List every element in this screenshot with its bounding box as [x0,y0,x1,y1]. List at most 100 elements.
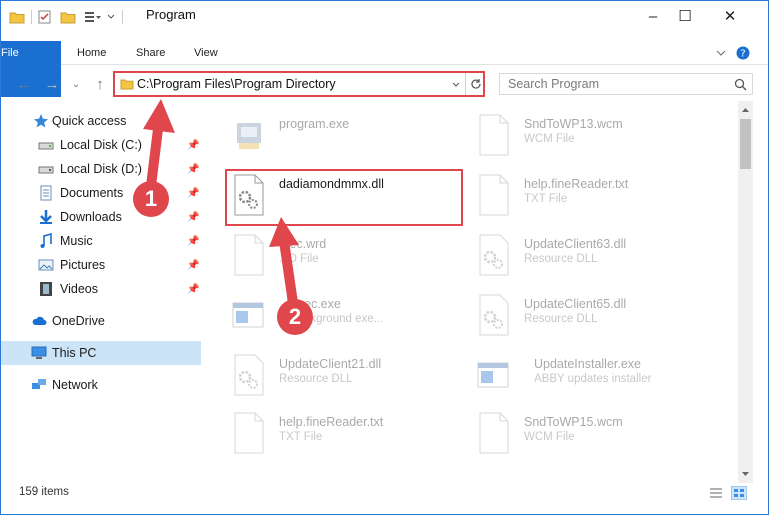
close-button[interactable]: ✕ [707,1,753,31]
navigation-pane: Quick access Local Disk (C:) 📌 Local Dis… [1,107,201,479]
sidebar-item-label: Documents [60,186,124,200]
maximize-button[interactable]: ☐ [662,1,708,31]
pin-icon: 📌 [187,283,200,295]
list-item[interactable]: UpdateInstaller.exe ABBY updates install… [476,353,726,409]
pin-icon: 📌 [187,163,200,175]
tab-home[interactable]: Home [77,41,106,65]
customize-icon[interactable] [84,10,102,24]
sidebar-item-videos[interactable]: Videos 📌 [1,277,201,301]
chevron-down-icon[interactable] [106,12,116,22]
sidebar-item-pictures[interactable]: Pictures 📌 [1,253,201,277]
file-name: SndToWP13.wcm [524,117,623,131]
folder-icon[interactable] [9,10,25,24]
folder-icon [120,79,134,90]
file-type: Resource DLL [524,253,598,265]
new-folder-icon[interactable] [60,10,76,24]
sidebar-item-documents[interactable]: Documents 📌 [1,181,201,205]
doc-icon [479,114,509,156]
list-item[interactable]: SndToWP13.wcm WCM File [476,113,726,169]
doc-icon [234,234,264,276]
file-type: WCM File [524,133,575,145]
dll-icon [234,354,264,396]
drive-icon [38,142,54,150]
doc-icon [479,174,509,216]
chevron-down-icon[interactable] [715,47,727,59]
pin-icon: 📌 [187,259,200,271]
recent-locations-button[interactable]: ⌄ [65,75,87,95]
videos-icon [40,282,52,296]
sidebar-item-music[interactable]: Music 📌 [1,229,201,253]
large-icons-view-icon[interactable] [731,486,747,500]
sidebar-item-this-pc[interactable]: This PC [1,341,201,365]
list-item[interactable]: help.fineReader.txt TXT File [476,173,726,229]
sidebar-item-local-disk-d[interactable]: Local Disk (D:) 📌 [1,157,201,181]
tab-share[interactable]: Share [136,41,165,65]
sidebar-item-quick-access[interactable]: Quick access [1,109,201,133]
pin-icon: 📌 [187,139,200,151]
vertical-scrollbar[interactable] [738,101,753,483]
documents-icon [40,185,52,201]
forward-button[interactable]: → [41,75,63,95]
file-list: program.exe SndToWP13.wcm WCM File dadia… [206,107,736,479]
sidebar-item-label: Pictures [60,258,106,272]
cloud-icon [32,316,47,325]
step-badge-2: 2 [277,299,313,335]
tab-view[interactable]: View [194,41,218,65]
sidebar-item-label: Music [60,234,93,248]
file-name: UpdateClient63.dll [524,237,627,251]
list-item[interactable]: UpdateClient21.dll Resource DLL [231,353,461,409]
help-icon[interactable]: ? [736,46,750,60]
search-input[interactable]: Search Program [508,77,599,91]
sidebar-item-onedrive[interactable]: OneDrive [1,309,201,333]
details-view-icon[interactable] [709,487,723,499]
search-icon[interactable] [734,78,747,91]
list-item[interactable]: UpdateClient65.dll Resource DLL [476,293,726,349]
chevron-down-icon[interactable] [738,467,753,481]
star-icon [34,114,48,128]
file-name: UpdateInstaller.exe [534,357,642,371]
search-box[interactable]: Search Program [499,73,753,95]
list-item[interactable]: ...Exec.exe ... background exe... [231,293,461,349]
file-name: program.exe [279,117,350,131]
sidebar-item-label: Local Disk (C:) [60,138,142,152]
sidebar-item-label: Network [52,378,98,392]
step-badge-1: 1 [133,181,169,217]
sidebar-item-label: This PC [52,346,97,360]
properties-icon[interactable] [38,10,52,24]
back-button[interactable]: ← [13,75,35,95]
dll-icon [479,234,509,276]
list-item[interactable]: UpdateClient63.dll Resource DLL [476,233,726,289]
dll-icon [479,294,509,336]
list-item[interactable]: help.fineReader.txt TXT File [231,411,461,467]
download-icon [40,210,52,224]
pin-icon: 📌 [187,235,200,247]
title-bar: Program – ☐ ✕ [1,1,768,31]
up-button[interactable]: ↑ [89,75,111,95]
sidebar-item-downloads[interactable]: Downloads 📌 [1,205,201,229]
file-type: TXT File [279,431,323,443]
file-name: help.fineReader.txt [279,415,384,429]
refresh-icon[interactable] [470,78,482,90]
list-item[interactable]: program.exe [231,113,461,169]
status-bar: 159 items [1,483,768,503]
window-icon [477,362,509,388]
address-path: C:\Program Files\Program Directory [137,77,336,91]
scrollbar-thumb[interactable] [740,119,751,169]
sidebar-item-label: Videos [60,282,98,296]
file-type: ABBY updates installer [534,373,652,385]
chevron-up-icon[interactable] [738,103,753,117]
list-item[interactable]: ...ec.wrd ...D File [231,233,461,289]
chevron-down-icon[interactable] [451,80,461,90]
file-type: WCM File [524,431,575,443]
list-item[interactable]: SndToWP15.wcm WCM File [476,411,726,467]
address-bar[interactable]: C:\Program Files\Program Directory [113,71,485,97]
pictures-icon [38,259,54,271]
network-icon [32,379,46,389]
sidebar-item-local-disk-c[interactable]: Local Disk (C:) 📌 [1,133,201,157]
sidebar-item-label: Quick access [52,114,127,128]
file-type: Resource DLL [524,313,598,325]
doc-icon [234,412,264,454]
exe-icon [237,123,261,149]
file-type: Resource DLL [279,373,353,385]
sidebar-item-network[interactable]: Network [1,373,201,397]
